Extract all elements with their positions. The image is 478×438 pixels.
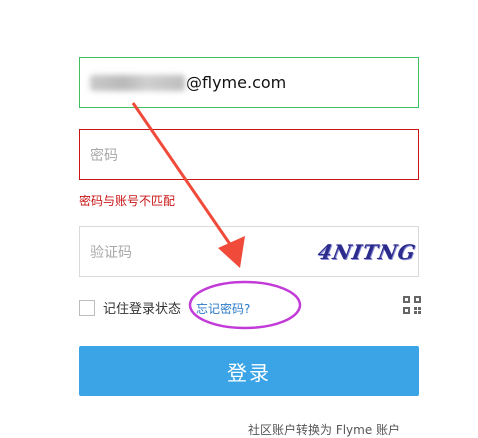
password-placeholder: 密码 [90, 147, 118, 164]
error-message: 密码与账号不匹配 [79, 194, 176, 208]
login-button[interactable]: 登录 [79, 346, 419, 396]
qr-code-icon[interactable] [403, 296, 421, 314]
email-field[interactable]: @flyme.com [79, 57, 419, 108]
remember-checkbox[interactable] [79, 299, 95, 316]
captcha-field[interactable]: 验证码 4NITNG [79, 226, 419, 277]
blurred-username [90, 74, 185, 91]
remember-row: 记住登录状态 [79, 298, 181, 317]
captcha-placeholder: 验证码 [90, 244, 132, 261]
captcha-field-text: 验证码 [90, 227, 132, 276]
forgot-password-link[interactable]: 忘记密码? [196, 300, 250, 317]
captcha-image[interactable]: 4NITNG [316, 237, 418, 267]
switch-account-link[interactable]: 社区账户转换为 Flyme 账户 [248, 421, 400, 438]
email-value: @flyme.com [90, 58, 286, 107]
email-domain: @flyme.com [186, 73, 287, 92]
password-field[interactable]: 密码 [79, 129, 419, 180]
password-field-text: 密码 [90, 130, 118, 179]
remember-label: 记住登录状态 [103, 302, 182, 317]
